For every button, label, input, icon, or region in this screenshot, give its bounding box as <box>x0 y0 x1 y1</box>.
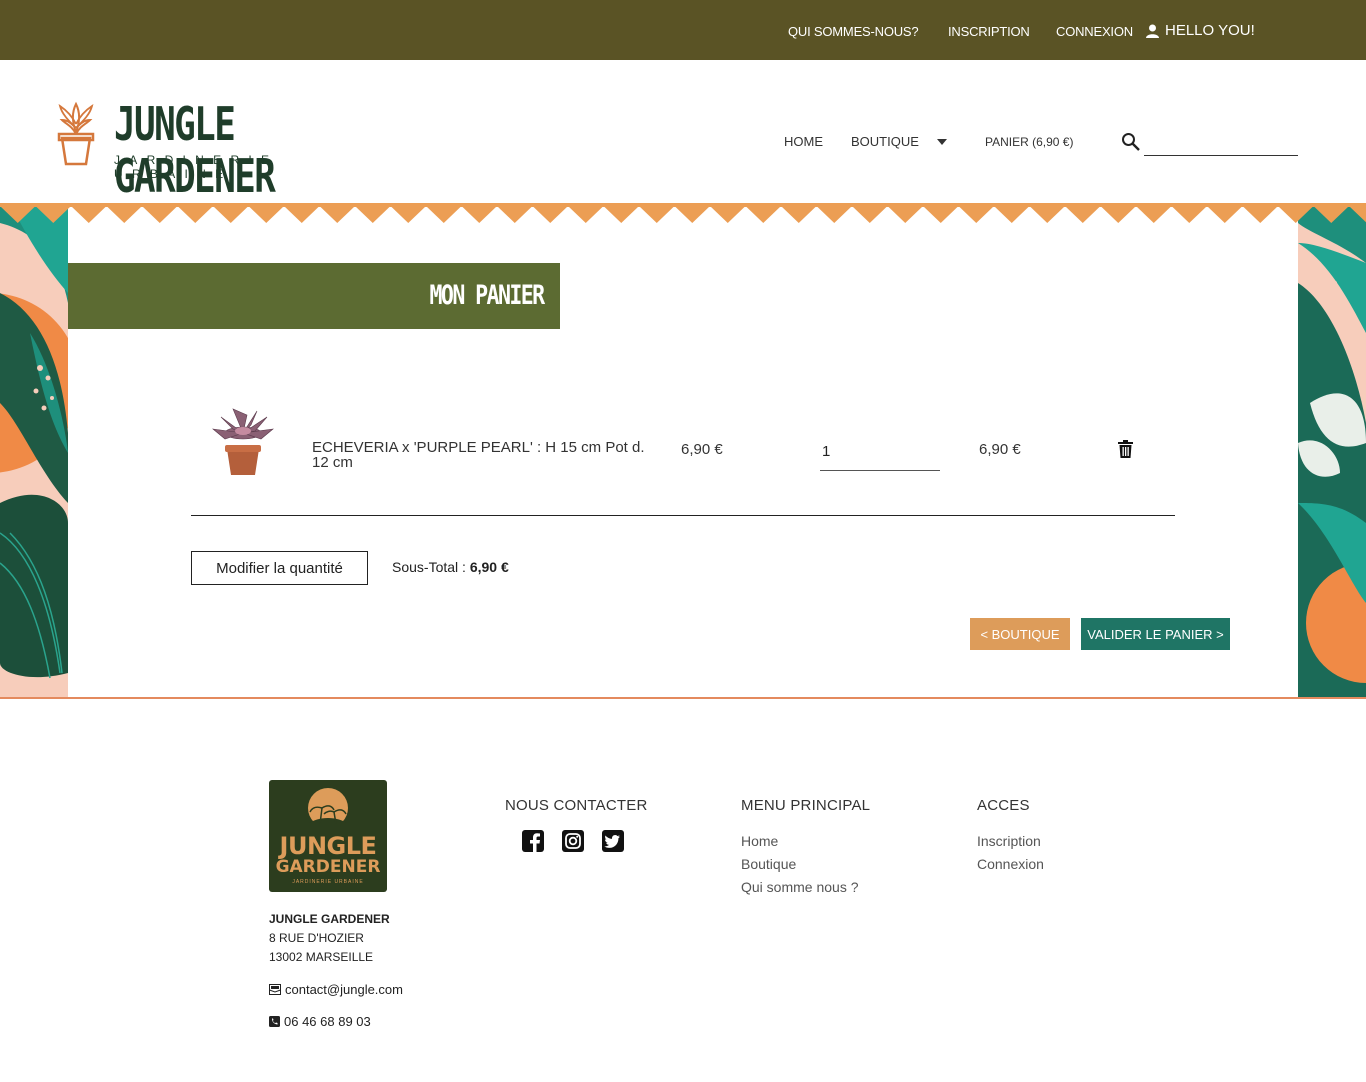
zigzag-triangle <box>781 206 817 223</box>
login-link[interactable]: CONNEXION <box>1056 24 1133 39</box>
zigzag-triangle <box>1171 206 1207 223</box>
nav-shop[interactable]: BOUTIQUE <box>851 134 919 149</box>
nav-home[interactable]: HOME <box>784 134 823 149</box>
zigzag-triangle <box>1242 206 1278 223</box>
about-link[interactable]: QUI SOMMES-NOUS? <box>788 24 919 39</box>
back-to-shop-button[interactable]: < BOUTIQUE <box>970 618 1070 650</box>
zigzag-triangle <box>745 206 781 223</box>
footer-link-login[interactable]: Connexion <box>977 856 1044 872</box>
trash-icon[interactable] <box>1117 440 1134 458</box>
product-unit-price: 6,90 € <box>681 441 723 458</box>
company-name: JUNGLE GARDENER <box>269 912 390 926</box>
footer-logo-line1: JUNGLE <box>279 832 377 860</box>
zigzag-triangle <box>142 206 178 223</box>
zigzag-triangle <box>674 206 710 223</box>
subtotal-value: 6,90 € <box>469 559 509 575</box>
zigzag-triangle <box>639 206 675 223</box>
zigzag-triangle <box>284 206 320 223</box>
site-logo[interactable]: JUNGLE GARDENER JARDINERIE URBAINE <box>52 98 392 202</box>
footer-link-about[interactable]: Qui somme nous ? <box>741 879 859 895</box>
zigzag-triangle <box>248 206 284 223</box>
panel-bottom-line <box>0 697 1366 699</box>
facebook-icon[interactable] <box>522 830 544 852</box>
chevron-down-icon[interactable] <box>937 139 947 145</box>
instagram-icon[interactable] <box>562 830 584 852</box>
plant-pot-icon <box>57 101 95 166</box>
zigzag-triangle <box>1278 206 1314 223</box>
zigzag-triangle <box>0 206 36 223</box>
address-line2: 13002 MARSEILLE <box>269 950 374 964</box>
zigzag-triangle <box>603 206 639 223</box>
logo-subtitle: JARDINERIE URBAINE <box>114 153 279 181</box>
footer-logo-line2: GARDENER <box>275 857 381 877</box>
zigzag-triangle <box>532 206 568 223</box>
logo-title: JUNGLE GARDENER <box>114 97 276 203</box>
zigzag-triangle <box>710 206 746 223</box>
subtotal: Sous-Total : 6,90 € <box>392 559 509 575</box>
zigzag-triangle <box>1313 206 1349 223</box>
zigzag-triangle <box>1100 206 1136 223</box>
footer-link-home[interactable]: Home <box>741 833 778 849</box>
zigzag-triangle <box>319 206 355 223</box>
phone-icon <box>269 1016 280 1027</box>
modify-quantity-button[interactable]: Modifier la quantité <box>191 551 368 585</box>
zigzag-triangle <box>355 206 391 223</box>
product-line-total: 6,90 € <box>979 441 1021 458</box>
user-greeting[interactable]: HELLO YOU! <box>1146 22 1255 39</box>
zigzag-triangle <box>35 206 71 223</box>
user-icon <box>1146 24 1159 38</box>
subtotal-label: Sous-Total : <box>392 559 466 575</box>
zigzag-triangle <box>71 206 107 223</box>
search-input[interactable] <box>1144 138 1298 156</box>
zigzag-triangle <box>1029 206 1065 223</box>
zigzag-triangle <box>1207 206 1243 223</box>
validate-cart-button[interactable]: VALIDER LE PANIER > <box>1081 618 1230 650</box>
greeting-text: HELLO YOU! <box>1165 22 1255 39</box>
footer-link-signup[interactable]: Inscription <box>977 833 1041 849</box>
nav-cart[interactable]: PANIER (6,90 €) <box>985 135 1073 149</box>
menu-heading: MENU PRINCIPAL <box>741 797 871 814</box>
footer-phone[interactable]: 06 46 68 89 03 <box>269 1014 371 1029</box>
zigzag-triangle <box>106 206 142 223</box>
zigzag-triangle <box>887 206 923 223</box>
palm-trees-icon <box>308 805 348 828</box>
page-title-band: MON PANIER <box>68 263 560 329</box>
zigzag-triangle <box>958 206 994 223</box>
footer-logo: JUNGLE GARDENER JARDINERIE URBAINE <box>269 780 387 892</box>
zigzag-triangle <box>497 206 533 223</box>
product-image[interactable] <box>207 403 277 479</box>
footer-logo-line3: JARDINERIE URBAINE <box>292 879 364 885</box>
email-text[interactable]: contact@jungle.com <box>285 982 403 997</box>
zigzag-triangle <box>1065 206 1101 223</box>
zigzag-triangle <box>923 206 959 223</box>
zigzag-triangle <box>213 206 249 223</box>
footer-email[interactable]: contact@jungle.com <box>269 982 403 997</box>
cart-divider <box>191 515 1175 516</box>
zigzag-border <box>0 203 1366 223</box>
mail-icon <box>269 984 281 995</box>
zigzag-triangle <box>994 206 1030 223</box>
site-header: JUNGLE GARDENER JARDINERIE URBAINE HOME … <box>0 60 1366 203</box>
zigzag-triangle <box>390 206 426 223</box>
page-title: MON PANIER <box>429 280 546 311</box>
zigzag-triangle <box>1136 206 1172 223</box>
zigzag-triangle <box>816 206 852 223</box>
zigzag-triangle <box>177 206 213 223</box>
top-bar: QUI SOMMES-NOUS? INSCRIPTION CONNEXION H… <box>0 0 1366 60</box>
access-heading: ACCES <box>977 797 1030 814</box>
product-name[interactable]: ECHEVERIA x 'PURPLE PEARL' : H 15 cm Pot… <box>312 440 652 470</box>
twitter-icon[interactable] <box>602 830 624 852</box>
zigzag-triangle <box>1349 206 1366 223</box>
zigzag-triangle <box>426 206 462 223</box>
zigzag-triangle <box>461 206 497 223</box>
footer-link-shop[interactable]: Boutique <box>741 856 796 872</box>
contact-heading: NOUS CONTACTER <box>505 797 648 814</box>
search-icon[interactable] <box>1121 132 1141 152</box>
address-line1: 8 RUE D'HOZIER <box>269 931 364 945</box>
signup-link[interactable]: INSCRIPTION <box>948 24 1030 39</box>
zigzag-triangle <box>568 206 604 223</box>
zigzag-triangle <box>852 206 888 223</box>
phone-text[interactable]: 06 46 68 89 03 <box>284 1014 371 1029</box>
quantity-input[interactable] <box>820 433 940 471</box>
